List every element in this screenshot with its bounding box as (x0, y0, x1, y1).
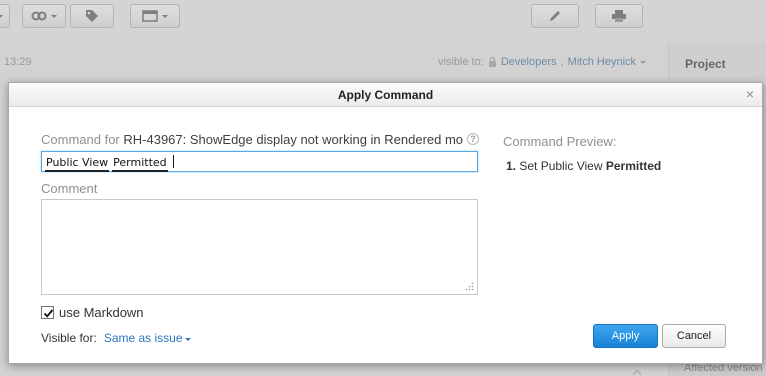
command-label: Command for (41, 132, 120, 147)
command-for-label: Command for RH-43967: ShowEdge display n… (41, 132, 465, 147)
command-input[interactable]: Public View Permitted (41, 151, 478, 172)
issue-toolbar (0, 0, 766, 34)
pencil-icon (550, 11, 560, 21)
visibility-info: visible to: Developers , Mitch Heynick (438, 56, 647, 68)
issue-summary: ShowEdge display not working in Rendered… (189, 132, 464, 147)
apply-command-dialog: Apply Command × Command for RH-43967: Sh… (8, 82, 763, 364)
dialog-title: Apply Command (337, 88, 434, 102)
visible-for-label: Visible for: (41, 331, 97, 345)
help-icon[interactable]: ? (467, 133, 479, 145)
edit-button[interactable] (531, 4, 579, 28)
visible-to-user-link[interactable]: Mitch Heynick (568, 56, 636, 68)
view-button[interactable] (130, 4, 180, 28)
visible-for-row: Visible for: Same as issue (41, 331, 191, 345)
apply-button[interactable]: Apply (593, 324, 658, 348)
tag-icon (86, 10, 98, 22)
print-button[interactable] (595, 4, 643, 28)
chevron-down-icon (0, 14, 3, 18)
preview-number: 1. (506, 159, 517, 173)
text-cursor (172, 155, 174, 168)
markdown-option[interactable]: use Markdown (41, 305, 144, 320)
scroll-arrows-icon (632, 369, 642, 376)
chevron-down-icon (640, 60, 647, 64)
lock-icon (488, 57, 496, 67)
resize-grip-icon[interactable] (465, 282, 474, 291)
chevron-down-icon (184, 337, 191, 341)
project-heading: Project (668, 44, 766, 84)
cancel-button[interactable]: Cancel (662, 324, 726, 348)
link-icon (31, 11, 47, 21)
issue-id: RH-43967: (123, 132, 187, 147)
window-icon (142, 10, 158, 22)
visible-to-groups-link[interactable]: Developers (501, 56, 557, 68)
preview-action: Set Public View (519, 159, 603, 173)
comment-textarea[interactable] (41, 199, 478, 295)
command-token: Public View (45, 156, 110, 172)
command-token: Permitted (112, 156, 168, 172)
check-icon (43, 309, 54, 318)
close-icon[interactable]: × (746, 87, 754, 101)
visible-to-label: visible to: (438, 56, 484, 68)
visible-to-separator: , (560, 56, 564, 68)
visible-for-dropdown[interactable]: Same as issue (104, 331, 191, 345)
command-preview-item: 1. Set Public View Permitted (506, 159, 661, 173)
toolbar-dropdown-partial[interactable] (0, 4, 10, 28)
markdown-checkbox[interactable] (41, 306, 54, 319)
link-button[interactable] (22, 4, 66, 28)
preview-value: Permitted (605, 159, 662, 173)
chevron-down-icon (51, 14, 57, 18)
markdown-label: use Markdown (59, 305, 144, 320)
visible-for-value: Same as issue (103, 331, 183, 345)
chevron-down-icon (162, 14, 168, 18)
comment-time: 13:29 (4, 56, 32, 68)
dialog-header: Apply Command × (9, 83, 762, 107)
comment-label: Comment (41, 181, 98, 196)
command-preview-title: Command Preview: (503, 134, 617, 149)
printer-icon (612, 10, 626, 22)
tag-button[interactable] (70, 4, 114, 28)
